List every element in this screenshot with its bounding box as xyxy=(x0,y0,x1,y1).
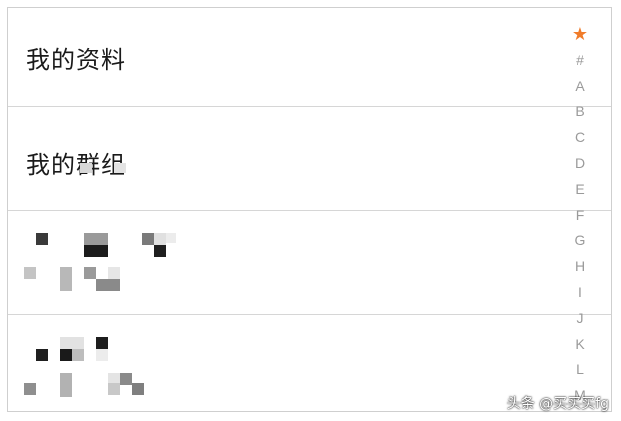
my-profile-label: 我的资料 xyxy=(26,46,126,74)
index-star-icon[interactable]: ★ xyxy=(569,22,591,48)
index-letter-hash[interactable]: # xyxy=(569,48,591,74)
index-letter-j[interactable]: J xyxy=(569,306,591,332)
my-groups-row[interactable]: 我的群组 xyxy=(8,107,611,211)
index-letter-a[interactable]: A xyxy=(569,74,591,100)
my-groups-label: 我的群组 xyxy=(26,151,126,179)
index-letter-f[interactable]: F xyxy=(569,203,591,229)
index-letter-k[interactable]: K xyxy=(569,332,591,358)
my-profile-row[interactable]: 我的资料 xyxy=(8,8,611,107)
index-letter-c[interactable]: C xyxy=(569,125,591,151)
alphabet-index-bar[interactable]: ★ # A B C D E F G H I J K L M xyxy=(569,22,591,409)
contact-row[interactable] xyxy=(8,211,611,315)
contacts-list: 我的资料 我的群组 ★ # A B C D E F G H I J K L M xyxy=(7,7,612,412)
watermark-text: 头条 @买买买fg xyxy=(506,396,609,412)
index-letter-h[interactable]: H xyxy=(569,254,591,280)
index-letter-e[interactable]: E xyxy=(569,177,591,203)
index-letter-l[interactable]: L xyxy=(569,357,591,383)
index-letter-i[interactable]: I xyxy=(569,280,591,306)
index-letter-b[interactable]: B xyxy=(569,99,591,125)
index-letter-d[interactable]: D xyxy=(569,151,591,177)
index-letter-g[interactable]: G xyxy=(569,228,591,254)
